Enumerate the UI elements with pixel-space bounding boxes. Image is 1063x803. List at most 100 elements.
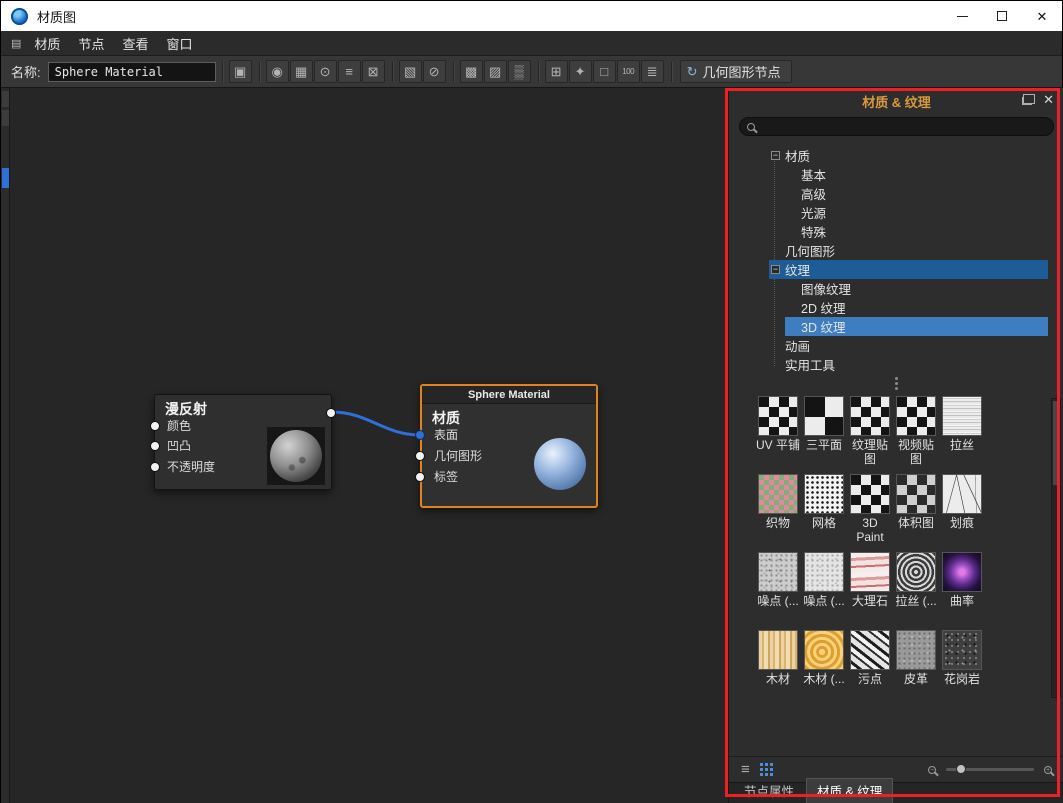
zoom-in-icon[interactable]: [1044, 765, 1052, 774]
toolbar-align-button[interactable]: ≡: [337, 60, 361, 83]
texture-scrollbar[interactable]: [1051, 398, 1061, 698]
geometry-node-button-label: 几何图形节点: [702, 65, 781, 80]
diffuse-bump-port[interactable]: [150, 441, 160, 451]
texture-item[interactable]: UV 平铺: [755, 396, 801, 467]
tab-materials-textures[interactable]: 材质 & 纹理: [806, 778, 894, 803]
texture-item[interactable]: 曲率: [939, 552, 985, 623]
search-box[interactable]: [739, 117, 1054, 136]
toolbar-lock-button[interactable]: ⊠: [361, 60, 385, 83]
minimize-button[interactable]: [942, 1, 982, 31]
menu-material[interactable]: 材质: [25, 31, 69, 55]
diffuse-output-port[interactable]: [326, 408, 336, 418]
texture-item[interactable]: 网格: [801, 474, 847, 545]
side-tab[interactable]: [2, 110, 9, 126]
menu-window[interactable]: 窗口: [157, 31, 201, 55]
tree-item-utilities[interactable]: 实用工具: [729, 355, 1048, 374]
texture-item[interactable]: 拉丝 (...: [893, 552, 939, 623]
texture-item[interactable]: 木材: [755, 630, 801, 701]
tree-item-material[interactable]: − 材质: [729, 146, 1048, 165]
scrollbar-handle[interactable]: [1053, 401, 1059, 485]
panel-close-icon[interactable]: ✕: [1043, 92, 1054, 108]
texture-item[interactable]: 3D Paint: [847, 474, 893, 545]
texture-item[interactable]: 体积图: [893, 474, 939, 545]
material-geometry-port[interactable]: [415, 451, 425, 461]
diffuse-opacity-port[interactable]: [150, 462, 160, 472]
expander-icon[interactable]: −: [771, 151, 780, 160]
texture-item[interactable]: 划痕: [939, 474, 985, 545]
menu-node[interactable]: 节点: [69, 31, 113, 55]
panel-splitter[interactable]: [729, 376, 1063, 390]
toolbar-hierarchy-button[interactable]: ≣: [640, 60, 664, 83]
texture-item[interactable]: 纹理贴图: [847, 396, 893, 467]
materials-textures-panel: 材质 & 纹理 ✕ − 材质 基本 高级 光源 特殊 几何图形 − 纹理 图像纹…: [728, 88, 1063, 803]
material-surface-port[interactable]: [415, 430, 425, 440]
zoom-out-icon[interactable]: [928, 765, 936, 774]
texture-item[interactable]: 污点: [847, 630, 893, 701]
tree-item-2d-texture[interactable]: 2D 纹理: [729, 298, 1048, 317]
material-node[interactable]: Sphere Material 材质 表面 几何图形 标签: [415, 384, 598, 508]
toolbar-save-button[interactable]: ▣: [228, 60, 252, 83]
geometry-node-button[interactable]: ↻ 几何图形节点: [679, 60, 792, 83]
tab-node-properties[interactable]: 节点属性: [734, 779, 804, 803]
material-preview-sphere: [534, 438, 586, 490]
texture-item[interactable]: 三平面: [801, 396, 847, 467]
tree-label: 实用工具: [785, 359, 836, 373]
texture-item[interactable]: 拉丝: [939, 396, 985, 467]
texture-item[interactable]: 织物: [755, 474, 801, 545]
tree-item-special[interactable]: 特殊: [729, 222, 1048, 241]
tree-item-advanced[interactable]: 高级: [729, 184, 1048, 203]
toolbar-zoom-100-button[interactable]: 100: [616, 60, 640, 83]
texture-item[interactable]: 木材 (...: [801, 630, 847, 701]
toolbar-frame-button[interactable]: □: [592, 60, 616, 83]
material-tag-port[interactable]: [415, 472, 425, 482]
tree-item-geometry[interactable]: 几何图形: [729, 241, 1048, 260]
window-title: 材质图: [37, 9, 77, 25]
close-button[interactable]: ✕: [1022, 1, 1062, 31]
tree-item-image-texture[interactable]: 图像纹理: [729, 279, 1048, 298]
texture-item[interactable]: 视频贴图: [893, 396, 939, 467]
texture-item[interactable]: 大理石: [847, 552, 893, 623]
tree-item-3d-texture[interactable]: 3D 纹理: [729, 317, 1048, 336]
toolbar-texture-b-button[interactable]: ▨: [483, 60, 507, 83]
toolbar-effects-button[interactable]: ✦: [568, 60, 592, 83]
diffuse-preview-sphere: [270, 430, 322, 482]
texture-thumbnail: [896, 474, 936, 514]
toolbar-texture-a-button[interactable]: ▩: [459, 60, 483, 83]
tree-item-texture[interactable]: − 纹理: [729, 260, 1048, 279]
grid-view-icon[interactable]: [759, 763, 763, 766]
thumbnail-zoom-slider[interactable]: [946, 764, 1034, 774]
diffuse-node[interactable]: 漫反射 颜色 凹凸 不透明度: [150, 394, 336, 490]
diffuse-color-port[interactable]: [150, 421, 160, 431]
side-tab[interactable]: [2, 91, 9, 107]
texture-label: 纹理贴图: [851, 438, 888, 466]
texture-thumbnail: [896, 552, 936, 592]
toolbar-texture-c-button[interactable]: ▒: [507, 60, 531, 83]
connection-wire[interactable]: [330, 410, 422, 437]
texture-item[interactable]: 噪点 (...: [801, 552, 847, 623]
search-input[interactable]: [755, 119, 1053, 134]
node-graph-canvas[interactable]: 漫反射 颜色 凹凸 不透明度 Sphere Material 材质 表面 几何图…: [10, 88, 728, 803]
texture-thumbnail: [942, 630, 982, 670]
toolbar-add-node-button[interactable]: ⊞: [544, 60, 568, 83]
side-tab-active[interactable]: [2, 168, 9, 188]
menu-view[interactable]: 查看: [113, 31, 157, 55]
maximize-button[interactable]: [982, 1, 1022, 31]
toolbar-duplicate-button[interactable]: ▧: [398, 60, 422, 83]
expander-icon[interactable]: −: [771, 265, 780, 274]
texture-item[interactable]: 皮革: [893, 630, 939, 701]
list-view-icon[interactable]: ≡: [741, 762, 750, 777]
toolbar-delete-button[interactable]: ⊘: [422, 60, 446, 83]
tree-item-light[interactable]: 光源: [729, 203, 1048, 222]
texture-item[interactable]: 花岗岩: [939, 630, 985, 701]
toolbar-checker-view-button[interactable]: ▦: [289, 60, 313, 83]
slider-handle[interactable]: [956, 764, 966, 774]
tree-item-basic[interactable]: 基本: [729, 165, 1048, 184]
material-name-input[interactable]: [47, 61, 216, 82]
toolbar-preview-button[interactable]: ⊙: [313, 60, 337, 83]
tree-item-animation[interactable]: 动画: [729, 336, 1048, 355]
diffuse-node-title: 漫反射: [165, 401, 207, 417]
toolbar-material-sphere-button[interactable]: ◉: [265, 60, 289, 83]
undock-icon[interactable]: [1022, 94, 1035, 105]
tree-label: 图像纹理: [801, 283, 852, 297]
texture-item[interactable]: 噪点 (...: [755, 552, 801, 623]
